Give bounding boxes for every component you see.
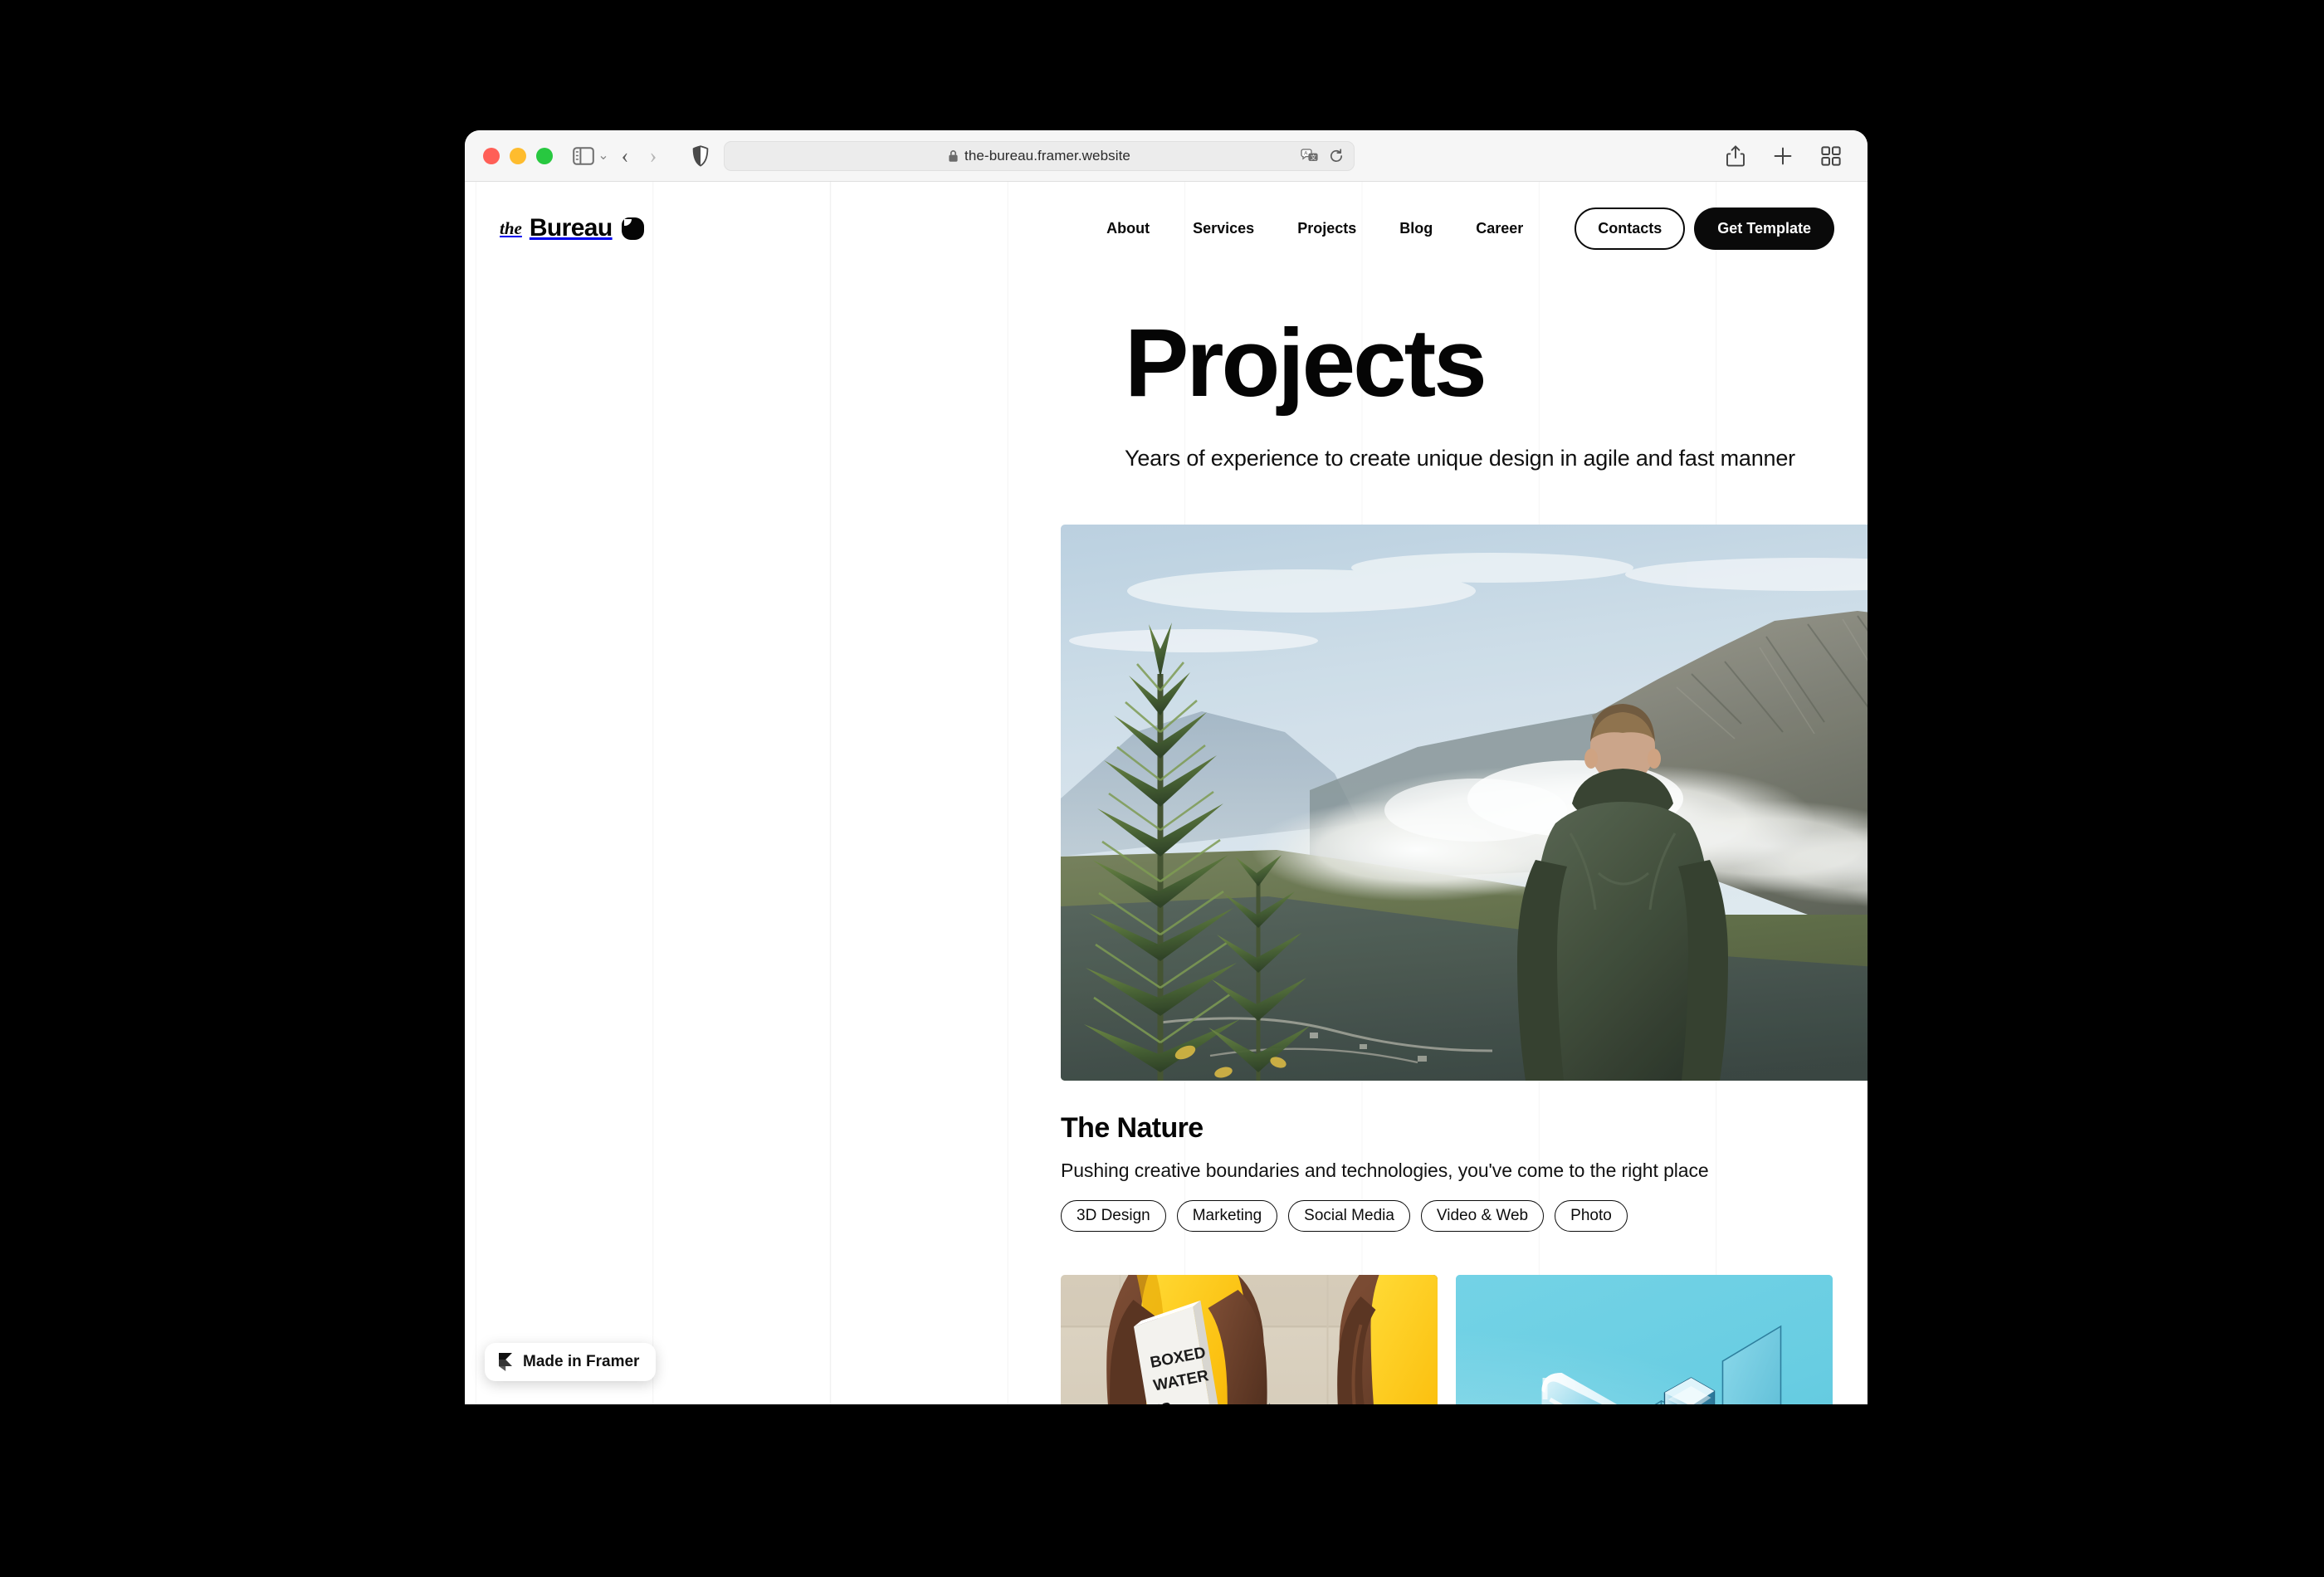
nav-item-blog[interactable]: Blog [1378,220,1454,237]
framer-logo-icon [497,1352,514,1372]
chevron-down-icon[interactable]: ⌄ [596,149,611,163]
window-traffic-lights [483,147,553,164]
project-tag[interactable]: 3D Design [1061,1200,1166,1232]
header-actions: Contacts Get Template [1575,207,1834,250]
toolbar-right-actions [1726,144,1849,167]
project-tag[interactable]: Marketing [1176,1200,1278,1232]
made-in-framer-badge[interactable]: Made in Framer [485,1343,657,1381]
page-viewport: the Bureau About Services Projects Blog … [465,182,1868,1404]
project-thumbnail-athletes[interactable]: BOXED WATER IS BETTER. [1061,1275,1438,1404]
plus-icon[interactable] [1773,146,1793,166]
project-tag[interactable]: Photo [1555,1200,1628,1232]
project-card-the-nature[interactable]: The Nature Pushing creative boundaries a… [1061,525,1868,1232]
logo-prefix-text: the [500,217,522,238]
minimize-window-button[interactable] [510,147,526,164]
reload-icon[interactable] [1329,148,1344,164]
privacy-shield-icon[interactable] [692,144,709,167]
project-grid-row: BOXED WATER IS BETTER. [1061,1275,1833,1404]
close-window-button[interactable] [483,147,500,164]
main-navigation: About Services Projects Blog Career Cont… [1085,207,1834,250]
made-in-framer-label: Made in Framer [523,1353,640,1370]
hero-section: Projects Years of experience to create u… [465,275,1868,471]
lock-icon [948,149,959,163]
nav-item-services[interactable]: Services [1171,220,1276,237]
mountain-hiker-photo [1061,525,1868,1081]
cyan-3d-glass-render [1456,1275,1833,1404]
project-thumbnail-3d-glass[interactable] [1456,1275,1833,1404]
nav-item-about[interactable]: About [1085,220,1171,237]
page-subtitle: Years of experience to create unique des… [1125,446,1795,471]
address-bar-actions: A 文 [1301,148,1344,164]
browser-window: ⌄ ‹ › the-bureau.framer.website A 文 the … [465,130,1868,1404]
contacts-button[interactable]: Contacts [1575,207,1686,250]
site-header: the Bureau About Services Projects Blog … [465,182,1868,275]
project-tag[interactable]: Video & Web [1420,1200,1545,1232]
get-template-button[interactable]: Get Template [1694,207,1834,250]
project-tag-list: 3D Design Marketing Social Media Video &… [1061,1200,1833,1232]
nav-item-projects[interactable]: Projects [1276,220,1378,237]
address-bar-text: the-bureau.framer.website [948,148,1130,164]
project-title: The Nature [1061,1112,1204,1144]
svg-text:文: 文 [1311,154,1316,161]
site-logo[interactable]: the Bureau [500,214,644,242]
page-title: Projects [1125,309,1487,417]
browser-toolbar: ⌄ ‹ › the-bureau.framer.website A 文 [465,130,1868,182]
project-tag[interactable]: Social Media [1288,1200,1410,1232]
translate-icon[interactable]: A 文 [1301,148,1319,164]
forward-arrow-icon[interactable]: › [639,144,667,168]
nav-item-career[interactable]: Career [1454,220,1545,237]
share-icon[interactable] [1726,144,1745,167]
project-thumbnail-mountain-hiker[interactable] [1061,525,1868,1081]
url-text: the-bureau.framer.website [964,147,1130,164]
address-bar[interactable]: the-bureau.framer.website A 文 [724,140,1355,171]
project-description: Pushing creative boundaries and technolo… [1061,1160,1709,1181]
projects-list: The Nature Pushing creative boundaries a… [465,525,1868,1404]
tab-overview-icon[interactable] [1821,145,1841,166]
logo-name-text: Bureau [529,214,613,242]
maximize-window-button[interactable] [536,147,553,164]
back-arrow-icon[interactable]: ‹ [611,144,639,168]
sidebar-toggle-icon[interactable] [571,146,596,166]
athletes-boxed-water-photo: BOXED WATER IS BETTER. [1061,1275,1438,1404]
logo-mark-icon [621,217,644,240]
